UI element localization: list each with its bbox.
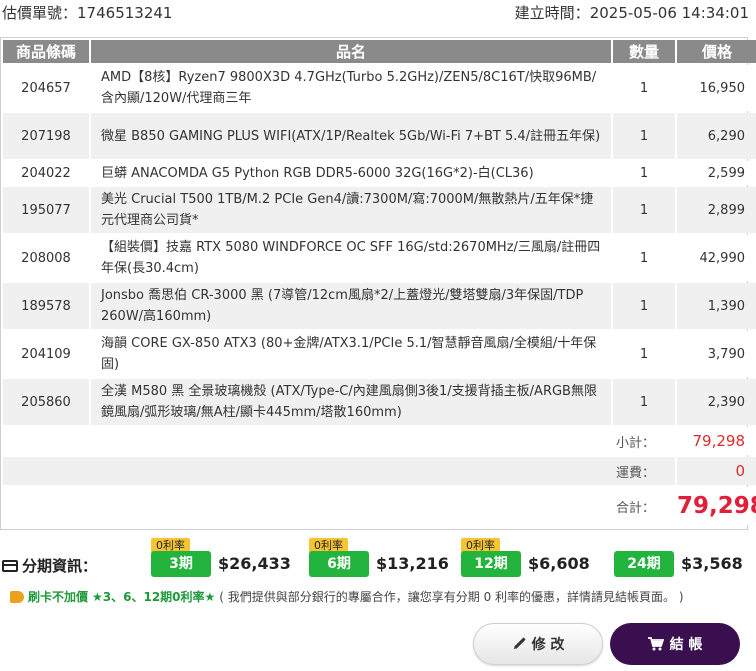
table-row: 195077 美光 Crucial T500 1TB/M.2 PCIe Gen4… — [3, 187, 756, 233]
table-row: 189578 Jonsbo 喬思伯 CR-3000 黑 (7導管/12cm風扇*… — [3, 283, 756, 329]
shipping-label: 運費： — [3, 457, 675, 485]
col-header-qty: 數量 — [613, 40, 675, 63]
item-price: 16,950 — [677, 65, 756, 111]
subtotal-label: 小計： — [3, 427, 675, 455]
installment-term: 3期 — [151, 551, 211, 577]
hand-point-icon — [10, 590, 24, 603]
table-row: 204657 AMD【8核】Ryzen7 9800X3D 4.7GHz(Turb… — [3, 65, 756, 111]
item-price: 6,290 — [677, 113, 756, 159]
col-header-price: 價格 — [677, 40, 756, 63]
table-row: 208008 【組裝價】技嘉 RTX 5080 WINDFORCE OC SFF… — [3, 235, 756, 281]
installment-amount: $26,433 — [218, 554, 291, 573]
installment-amount: $6,608 — [528, 554, 590, 573]
card-promo: 刷卡不加價 ★3、6、12期0利率★ ( 我們提供與部分銀行的專屬合作，讓您享有… — [10, 588, 684, 605]
item-qty: 1 — [613, 161, 675, 185]
table-row: 205860 全漢 M580 黑 全景玻璃機殼 (ATX/Type-C/內建風扇… — [3, 379, 756, 425]
checkout-button[interactable]: 結 帳 — [610, 623, 740, 665]
item-name: AMD【8核】Ryzen7 9800X3D 4.7GHz(Turbo 5.2GH… — [91, 65, 611, 111]
total-row: 合計： 79,298 — [3, 487, 756, 525]
item-code: 204109 — [3, 331, 89, 377]
item-price: 2,390 — [677, 379, 756, 425]
item-code: 195077 — [3, 187, 89, 233]
quote-table: 商品條碼 品名 數量 價格 204657 AMD【8核】Ryzen7 9800X… — [0, 37, 756, 530]
created-time: 建立時間：2025-05-06 14:34:01 — [515, 2, 749, 23]
edit-button-label: 修 改 — [531, 637, 565, 653]
item-name: 微星 B850 GAMING PLUS WIFI(ATX/1P/Realtek … — [91, 113, 611, 159]
table-row: 204109 海韻 CORE GX-850 ATX3 (80+金牌/ATX3.1… — [3, 331, 756, 377]
installment-term: 12期 — [461, 551, 521, 577]
quote-number: 估價單號：1746513241 — [2, 2, 172, 23]
quote-number-label: 估價單號： — [2, 4, 78, 22]
item-qty: 1 — [613, 283, 675, 329]
items-table: 商品條碼 品名 數量 價格 204657 AMD【8核】Ryzen7 9800X… — [1, 38, 756, 527]
item-price: 2,599 — [677, 161, 756, 185]
quote-number-value: 1746513241 — [77, 4, 173, 22]
item-code: 204022 — [3, 161, 89, 185]
subtotal-value: 79,298 — [677, 427, 756, 455]
item-code: 207198 — [3, 113, 89, 159]
item-name: 美光 Crucial T500 1TB/M.2 PCIe Gen4/讀:7300… — [91, 187, 611, 233]
item-qty: 1 — [613, 187, 675, 233]
item-qty: 1 — [613, 113, 675, 159]
item-name: 海韻 CORE GX-850 ATX3 (80+金牌/ATX3.1/PCIe 5… — [91, 331, 611, 377]
table-row: 204022 巨蟒 ANACOMDA G5 Python RGB DDR5-60… — [3, 161, 756, 185]
item-name: Jonsbo 喬思伯 CR-3000 黑 (7導管/12cm風扇*2/上蓋燈光/… — [91, 283, 611, 329]
item-qty: 1 — [613, 379, 675, 425]
item-code: 205860 — [3, 379, 89, 425]
item-name: 【組裝價】技嘉 RTX 5080 WINDFORCE OC SFF 16G/st… — [91, 235, 611, 281]
item-qty: 1 — [613, 65, 675, 111]
installment-title: 分期資訊： — [2, 555, 97, 576]
item-price: 3,790 — [677, 331, 756, 377]
cart-icon — [647, 637, 664, 651]
col-header-code: 商品條碼 — [3, 40, 89, 63]
quote-header: 估價單號：1746513241 建立時間：2025-05-06 14:34:01 — [0, 0, 756, 26]
item-name: 巨蟒 ANACOMDA G5 Python RGB DDR5-6000 32G(… — [91, 161, 611, 185]
installment-amount: $3,568 — [681, 554, 743, 573]
installment-info: 分期資訊： 0利率 3期 $26,433 0利率 6期 $13,216 0利率 … — [0, 538, 756, 578]
shipping-row: 運費： 0 — [3, 457, 756, 485]
shipping-value: 0 — [677, 457, 756, 485]
pencil-icon — [512, 637, 526, 651]
installment-title-text: 分期資訊： — [22, 557, 98, 575]
item-code: 189578 — [3, 283, 89, 329]
item-name: 全漢 M580 黑 全景玻璃機殼 (ATX/Type-C/內建風扇側3後1/支援… — [91, 379, 611, 425]
checkout-button-label: 結 帳 — [669, 637, 703, 653]
item-price: 42,990 — [677, 235, 756, 281]
item-code: 204657 — [3, 65, 89, 111]
installment-amount: $13,216 — [376, 554, 449, 573]
table-row: 207198 微星 B850 GAMING PLUS WIFI(ATX/1P/R… — [3, 113, 756, 159]
item-qty: 1 — [613, 331, 675, 377]
created-time-value: 2025-05-06 14:34:01 — [589, 4, 749, 22]
item-price: 2,899 — [677, 187, 756, 233]
item-price: 1,390 — [677, 283, 756, 329]
installment-term: 24期 — [614, 551, 674, 577]
subtotal-row: 小計： 79,298 — [3, 427, 756, 455]
promo-highlight: ★3、6、12期0利率★ — [92, 590, 216, 604]
total-value: 79,298 — [677, 487, 756, 525]
edit-button[interactable]: 修 改 — [473, 623, 603, 665]
col-header-name: 品名 — [91, 40, 611, 63]
total-label: 合計： — [3, 487, 675, 525]
promo-label: 刷卡不加價 — [28, 590, 89, 604]
credit-card-icon — [2, 559, 18, 572]
created-time-label: 建立時間： — [514, 4, 590, 22]
table-header-row: 商品條碼 品名 數量 價格 — [3, 40, 756, 63]
installment-term: 6期 — [309, 551, 369, 577]
promo-text: ( 我們提供與部分銀行的專屬合作，讓您享有分期 0 利率的優惠，詳情請見結帳頁面… — [219, 590, 684, 604]
item-code: 208008 — [3, 235, 89, 281]
item-qty: 1 — [613, 235, 675, 281]
